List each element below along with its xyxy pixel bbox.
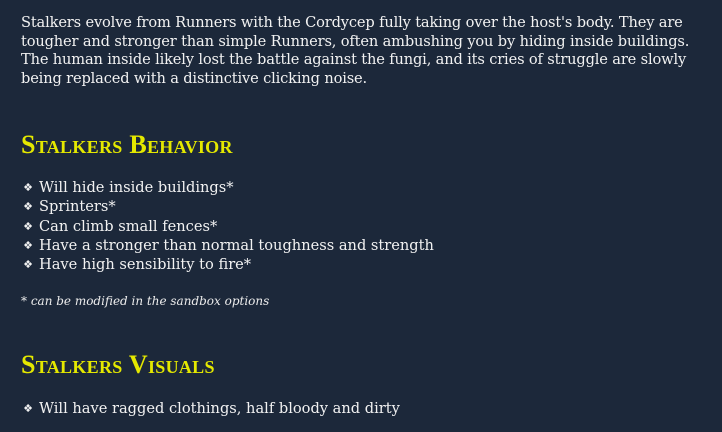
diamond-bullet-icon: ❖ [23,200,33,214]
visuals-heading: Stalkers Visuals [21,350,215,379]
footnote: * can be modified in the sandbox options [21,294,270,308]
behavior-heading: Stalkers Behavior [21,130,233,159]
list-item: ❖ Have high sensibility to fire* [21,255,434,274]
list-item-text: Can climb small fences* [39,217,218,235]
list-item: ❖ Sprinters* [21,197,434,216]
diamond-bullet-icon: ❖ [23,181,33,194]
diamond-bullet-icon: ❖ [23,219,33,233]
list-item-text: Have a stronger than normal toughness an… [39,236,434,254]
list-item-text: Sprinters* [39,198,116,216]
intro-line: tougher and stronger than simple Runners… [21,32,690,50]
intro-line: The human inside likely lost the battle … [21,51,687,68]
list-item: ❖ Will have ragged clothings, half blood… [21,399,400,418]
list-item-text: Will have ragged clothings, half bloody … [39,400,400,417]
intro-line: Stalkers evolve from Runners with the Co… [21,14,683,31]
article-body: Stalkers evolve from Runners with the Co… [21,14,711,417]
visuals-list: ❖ Will have ragged clothings, half blood… [21,399,400,418]
list-item-text: Will hide inside buildings* [39,179,234,196]
list-item: ❖ Will hide inside buildings* [21,178,434,197]
intro-paragraph: Stalkers evolve from Runners with the Co… [21,14,711,88]
list-item-text: Have high sensibility to fire* [39,256,252,274]
intro-line: being replaced with a distinctive clicki… [21,69,368,87]
list-item: ❖ Can climb small fences* [21,217,434,236]
diamond-bullet-icon: ❖ [23,258,33,272]
behavior-list: ❖ Will hide inside buildings* ❖ Sprinter… [21,178,434,274]
diamond-bullet-icon: ❖ [23,402,33,415]
diamond-bullet-icon: ❖ [23,238,33,252]
list-item: ❖ Have a stronger than normal toughness … [21,236,434,255]
